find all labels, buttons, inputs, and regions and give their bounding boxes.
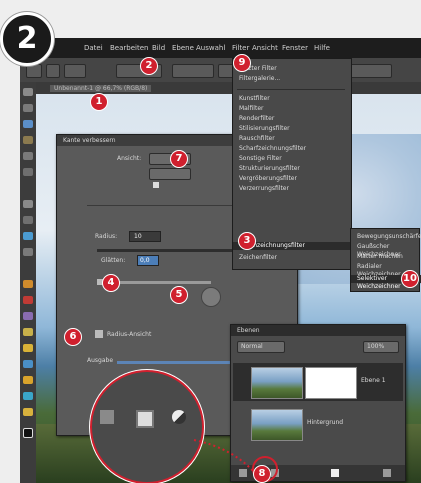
document-tab-bar: Unbenannt-1 @ 66,7% (RGB/8) [36,82,421,94]
callout-2: 2 [140,57,158,75]
layer-name: Hintergrund [307,419,344,426]
clone-stamp-tool-icon[interactable] [23,312,33,320]
document-tab[interactable]: Unbenannt-1 @ 66,7% (RGB/8) [50,85,152,92]
filter-menu-item[interactable]: Malfilter [239,105,263,113]
filter-menu-item[interactable]: Vergröberungsfilter [239,175,297,183]
callout-9: 9 [233,54,251,72]
menu-item[interactable]: Ansicht [252,44,278,52]
path-tool-icon[interactable] [23,216,33,224]
layer-thumbnail [251,367,303,399]
blend-mode-value: Normal [241,343,263,350]
view-mode-option[interactable] [149,168,191,180]
submenu-item[interactable]: Matter machen [357,253,403,261]
callout-10: 10 [401,270,419,288]
option-field[interactable] [172,64,214,78]
default-colors-icon[interactable] [23,428,33,438]
eyedropper-tool-icon[interactable] [23,168,33,176]
blur-tool-icon[interactable] [23,360,33,368]
type-tool-icon[interactable] [23,200,33,208]
menu-separator [237,89,345,90]
new-layer-icon[interactable] [331,469,339,477]
show-radius-checkbox[interactable] [153,182,159,188]
filter-menu-item[interactable]: Verzerrungsfilter [239,185,289,193]
filter-menu-item[interactable]: Strukturierungsfilter [239,165,300,173]
preview-circle-icon [201,287,221,307]
filter-menu-item[interactable]: Rauschfilter [239,135,275,143]
menu-item[interactable]: Bild [152,44,165,52]
gradient-tool-icon[interactable] [23,344,33,352]
callout-5: 5 [170,286,188,304]
step-number-badge: 2 [0,12,54,66]
submenu-item[interactable]: Gaußscher Weichzeichner [357,243,419,258]
contrast-value: 0,0 [140,257,150,264]
adjustment-icon[interactable] [172,410,186,424]
radius-label: Radius: [95,233,118,240]
options-bar [20,58,421,83]
callout-8: 8 [253,465,271,483]
menu-item[interactable]: Filter [232,44,249,52]
tools-panel [20,82,37,483]
filter-menu-item[interactable]: Kunstfilter [239,95,270,103]
smooth-field[interactable]: 0,0 [137,255,159,266]
menu-bar: ▣ Datei Bearbeiten Bild Ebene Auswahl Fi… [20,38,421,58]
filter-menu-item[interactable]: Scharfzeichnungsfilter [239,145,306,153]
size-option[interactable] [64,64,86,78]
tool-preset-picker[interactable] [26,64,42,78]
layer-mask-thumbnail[interactable] [305,367,357,399]
quick-selection-tool-icon[interactable] [23,136,33,144]
submenu-item[interactable]: Bewegungsunschärfe [357,233,421,241]
filter-menu-item[interactable]: Filtergalerie... [239,75,280,83]
brush-option[interactable] [46,64,60,78]
callout-1: 1 [90,93,108,111]
smooth-label: Glätten: [101,257,126,264]
radius-value: 10 [134,233,142,240]
radius-field[interactable]: 10 [129,231,161,242]
filter-menu-item[interactable]: Sonstige Filter [239,155,282,163]
layers-panel-header: Ebenen [231,325,405,336]
dialog-title: Kante verbessern [63,137,116,144]
eraser-tool-icon[interactable] [23,328,33,336]
marquee-tool-icon[interactable] [23,104,33,112]
callout-6: 6 [64,328,82,346]
menu-item[interactable]: Ebene [172,44,194,52]
checkbox-label: Radius-Ansicht [107,331,152,338]
blend-mode-dropdown[interactable]: Normal [237,341,285,353]
menu-item[interactable]: Hilfe [314,44,330,52]
photoshop-screenshot: ▣ Datei Bearbeiten Bild Ebene Auswahl Fi… [20,38,421,483]
menu-item[interactable]: Datei [84,44,103,52]
layer-row[interactable]: Ebene 1 [233,363,403,401]
opacity-field[interactable]: 100% [363,341,399,353]
filter-menu-item[interactable]: Zeichenfilter [239,254,277,262]
callout-3: 3 [238,232,256,250]
filter-menu-item[interactable]: Renderfilter [239,115,274,123]
zoom-magnifier [90,370,204,483]
filter-menu-item[interactable]: Stilisierungsfilter [239,125,290,133]
dodge-tool-icon[interactable] [23,376,33,384]
move-tool-icon[interactable] [23,88,33,96]
opacity-value: 100% [367,343,385,350]
view-label: Ansicht: [117,155,142,162]
lasso-tool-icon[interactable] [23,120,33,128]
output-label: Ausgabe [87,357,114,364]
mask-mode-icon[interactable] [100,410,114,424]
decontaminate-checkbox[interactable] [95,330,103,338]
quick-mask-icon[interactable] [136,410,154,428]
brush-tool-icon[interactable] [23,280,33,288]
trash-icon[interactable] [383,469,391,477]
workspace-switcher[interactable] [350,64,392,78]
callout-4: 4 [102,274,120,292]
callout-7: 7 [170,150,188,168]
shape-tool-icon[interactable] [23,232,33,240]
menu-item[interactable]: Auswahl [196,44,225,52]
layers-panel-title: Ebenen [237,327,260,334]
hand-tool-icon[interactable] [23,248,33,256]
pencil-tool-icon[interactable] [23,296,33,304]
crop-tool-icon[interactable] [23,152,33,160]
menu-item[interactable]: Fenster [282,44,308,52]
foreground-color-icon[interactable] [23,408,33,416]
zoom-tool-icon[interactable] [23,392,33,400]
menu-item[interactable]: Bearbeiten [110,44,148,52]
layer-name: Ebene 1 [361,377,386,384]
